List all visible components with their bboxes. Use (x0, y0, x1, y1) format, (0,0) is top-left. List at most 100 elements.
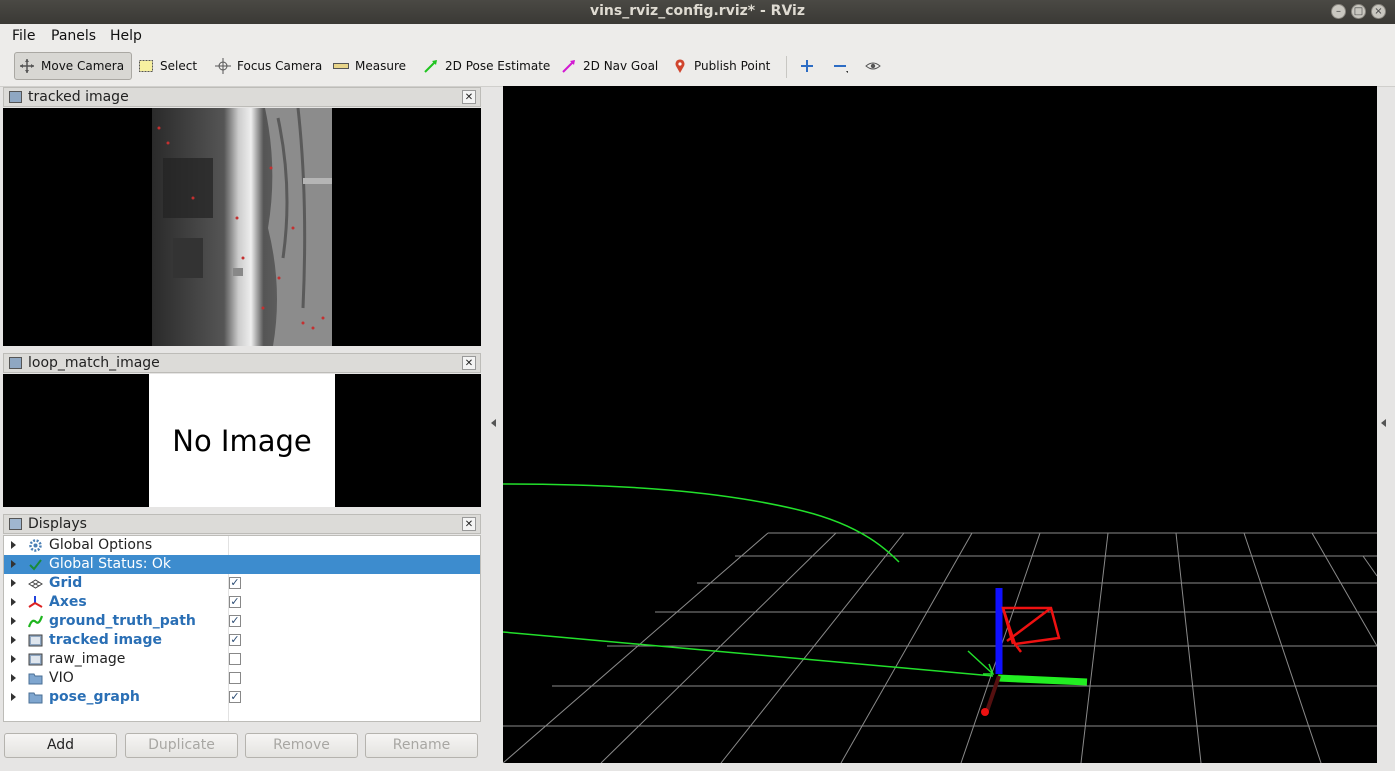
window-titlebar: vins_rviz_config.rviz* - RViz – □ × (0, 0, 1395, 24)
image-icon (9, 91, 22, 103)
expand-arrow-icon[interactable] (11, 617, 16, 625)
origin-marker (981, 708, 989, 716)
rename-button[interactable]: Rename (365, 733, 478, 758)
expand-arrow-icon[interactable] (11, 560, 16, 568)
menu-panels[interactable]: Panels (51, 28, 96, 44)
move-camera-button[interactable]: Move Camera (14, 52, 132, 80)
folder-icon (28, 671, 43, 686)
minimize-icon[interactable]: – (1331, 4, 1346, 19)
expand-arrow-icon[interactable] (11, 541, 16, 549)
enabled-checkbox[interactable] (229, 672, 241, 684)
loop-match-panel-title: loop_match_image (28, 355, 160, 371)
display-item-global-status[interactable]: Global Status: Ok (4, 555, 480, 574)
camera-frame-image (152, 108, 332, 346)
no-image-placeholder: No Image (149, 374, 335, 507)
y-axis (997, 674, 1088, 686)
enabled-checkbox[interactable]: ✓ (229, 577, 241, 589)
remove-button[interactable]: Remove (245, 733, 358, 758)
maximize-icon[interactable]: □ (1351, 4, 1366, 19)
close-icon[interactable]: ✕ (462, 517, 476, 531)
display-label: tracked image (49, 632, 163, 648)
menu-file[interactable]: File (12, 28, 35, 44)
enabled-checkbox[interactable]: ✓ (229, 615, 241, 627)
magenta-arrow-icon (561, 58, 577, 74)
no-image-text: No Image (172, 423, 312, 458)
displays-panel-header: Displays ✕ (3, 514, 481, 534)
2d-pose-estimate-button[interactable]: 2D Pose Estimate (419, 52, 554, 80)
display-label: Global Status: Ok (49, 556, 172, 572)
display-label: raw_image (49, 651, 126, 667)
green-arrow-icon (423, 58, 439, 74)
focus-camera-icon (215, 58, 231, 74)
expand-arrow-icon[interactable] (11, 693, 16, 701)
select-button[interactable]: Select (134, 52, 201, 80)
loop-match-panel-header: loop_match_image ✕ (3, 353, 481, 373)
grid (502, 532, 1378, 764)
eye-icon (865, 58, 881, 74)
expand-arrow-icon[interactable] (11, 598, 16, 606)
displays-panel-title: Displays (28, 516, 87, 532)
display-item-ground-truth-path[interactable]: ground_truth_path ✓ (4, 612, 480, 631)
close-icon[interactable]: ✕ (462, 90, 476, 104)
display-item-tracked-image[interactable]: tracked image ✓ (4, 631, 480, 650)
display-item-global-options[interactable]: Global Options (4, 536, 480, 555)
menubar: File Panels Help (0, 24, 1395, 48)
toolbar: Move Camera Select Focus Camera Measure … (0, 48, 1395, 87)
display-label: Global Options (49, 537, 153, 553)
toolbar-separator (786, 56, 787, 78)
ground-truth-path-segment (502, 483, 900, 563)
close-icon[interactable]: ✕ (462, 356, 476, 370)
loop-match-image-view: No Image (3, 374, 481, 507)
plus-icon (799, 58, 815, 74)
expand-arrow-icon[interactable] (11, 674, 16, 682)
camera-frustum (1001, 606, 1061, 653)
2d-nav-goal-button[interactable]: 2D Nav Goal (557, 52, 662, 80)
publish-point-button[interactable]: Publish Point (668, 52, 774, 80)
view-options-button[interactable] (861, 52, 885, 80)
trajectory-arrow (967, 650, 995, 675)
display-item-pose-graph[interactable]: pose_graph ✓ (4, 688, 480, 707)
image-icon (28, 652, 43, 667)
checkmark-icon (28, 557, 43, 572)
select-label: Select (160, 59, 198, 73)
3d-render-viewport[interactable] (502, 86, 1378, 764)
menu-help[interactable]: Help (110, 28, 142, 44)
collapse-left-icon[interactable] (491, 419, 496, 427)
ruler-icon (333, 58, 349, 74)
monitor-icon (9, 518, 22, 530)
move-camera-label: Move Camera (41, 59, 125, 73)
expand-arrow-icon[interactable] (11, 655, 16, 663)
collapse-right-icon[interactable] (1381, 419, 1386, 427)
display-item-vio[interactable]: VIO (4, 669, 480, 688)
remove-tool-button[interactable] (828, 52, 852, 80)
publish-point-label: Publish Point (694, 59, 771, 73)
focus-camera-label: Focus Camera (237, 59, 323, 73)
grid-icon (28, 576, 43, 591)
add-tool-button[interactable] (795, 52, 819, 80)
enabled-checkbox[interactable]: ✓ (229, 691, 241, 703)
display-item-grid[interactable]: Grid ✓ (4, 574, 480, 593)
expand-arrow-icon[interactable] (11, 579, 16, 587)
close-icon[interactable]: × (1371, 4, 1386, 19)
measure-button[interactable]: Measure (329, 52, 410, 80)
add-button[interactable]: Add (4, 733, 117, 758)
path-icon (27, 614, 44, 629)
ground-truth-path-segment (502, 631, 994, 677)
display-label: pose_graph (49, 689, 140, 705)
enabled-checkbox[interactable]: ✓ (229, 634, 241, 646)
folder-icon (28, 690, 43, 705)
image-icon (28, 633, 43, 648)
duplicate-button[interactable]: Duplicate (125, 733, 238, 758)
measure-label: Measure (355, 59, 406, 73)
2d-nav-goal-label: 2D Nav Goal (583, 59, 659, 73)
expand-arrow-icon[interactable] (11, 636, 16, 644)
display-label: Grid (49, 575, 83, 591)
focus-camera-button[interactable]: Focus Camera (211, 52, 326, 80)
display-item-axes[interactable]: Axes ✓ (4, 593, 480, 612)
map-pin-icon (672, 58, 688, 74)
enabled-checkbox[interactable]: ✓ (229, 596, 241, 608)
tracked-image-panel-header: tracked image ✕ (3, 87, 481, 107)
display-label: ground_truth_path (49, 613, 196, 629)
enabled-checkbox[interactable] (229, 653, 241, 665)
display-item-raw-image[interactable]: raw_image (4, 650, 480, 669)
